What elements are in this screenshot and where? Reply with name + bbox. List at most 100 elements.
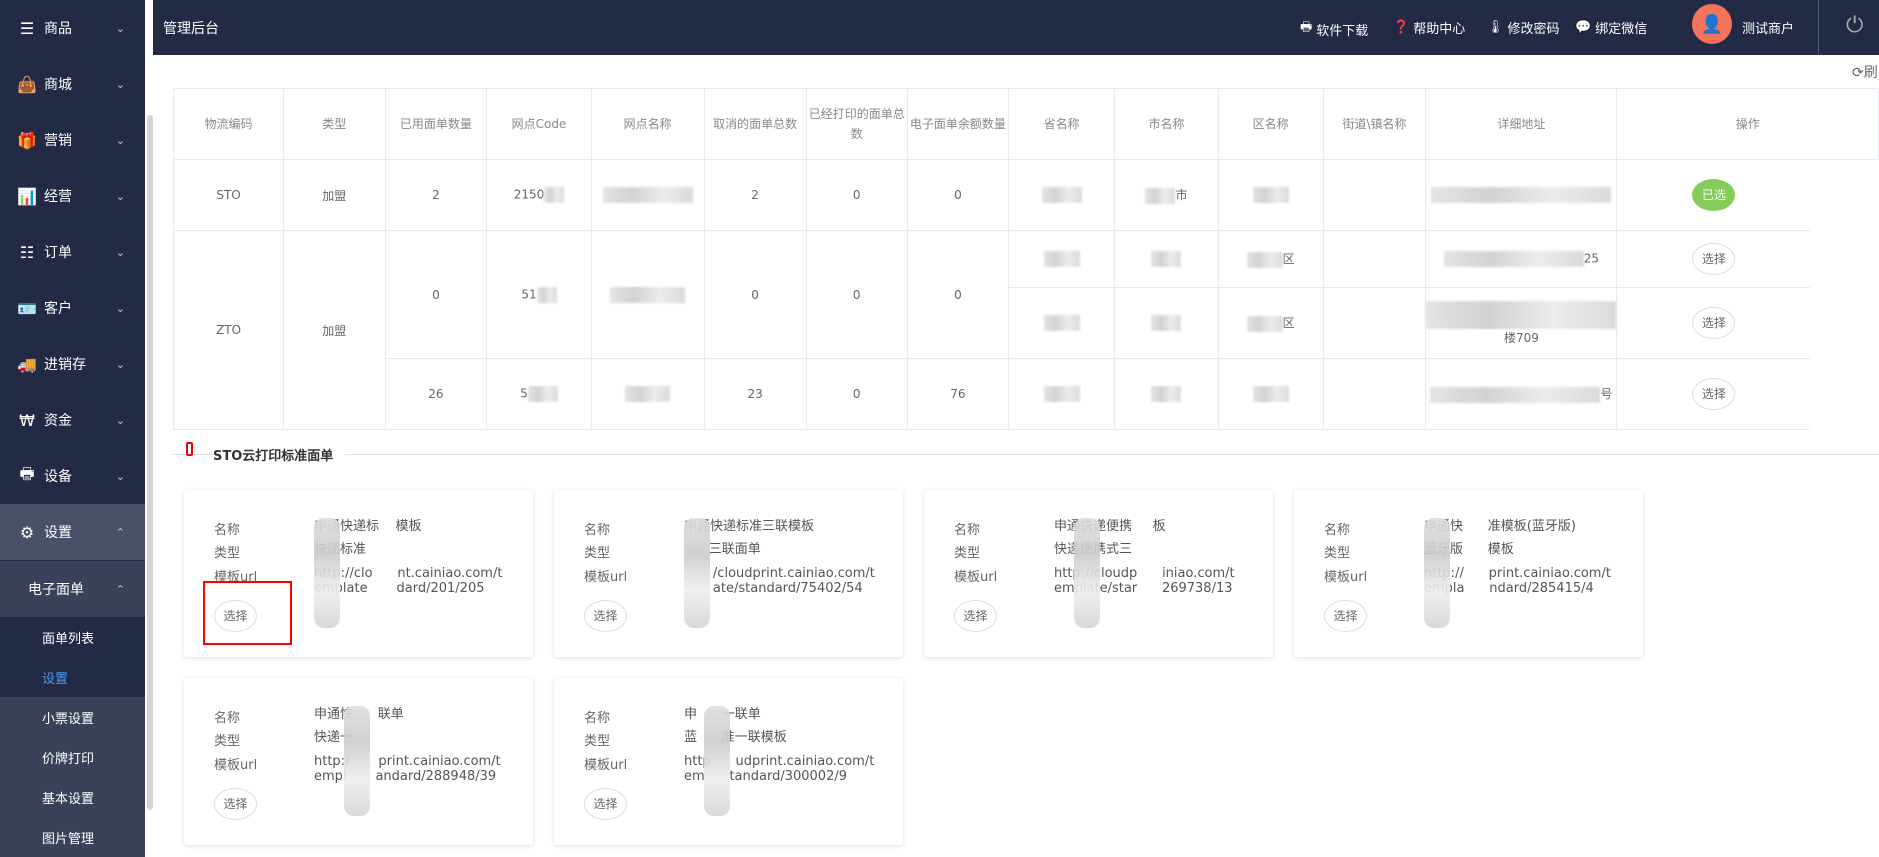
- section-title: STO云打印标准面单: [213, 445, 346, 464]
- sidebar-subitem[interactable]: 面单列表: [0, 617, 145, 657]
- contact-card-icon: 🪪: [17, 298, 37, 318]
- city: 市: [1175, 188, 1188, 203]
- column-header: 省名称: [1007, 88, 1116, 160]
- column-header: 详细地址: [1425, 88, 1618, 160]
- column-header: 已用面单数量: [384, 88, 488, 160]
- address: 25: [1583, 251, 1600, 266]
- sidebar-item[interactable]: 🚚 进销存 ⌄: [0, 336, 145, 392]
- url-label: 模板url: [584, 758, 628, 773]
- sidebar-item[interactable]: 🎁 营销 ⌄: [0, 112, 145, 168]
- template-name: 申通快递标 模板: [314, 519, 422, 534]
- chevron-down-icon: ⌄: [115, 301, 125, 315]
- sidebar-item[interactable]: 🪪 客户 ⌄: [0, 280, 145, 336]
- cell: 26: [384, 358, 488, 430]
- user-name[interactable]: 测试商户: [1742, 18, 1794, 37]
- cell: 0: [384, 230, 488, 359]
- change-password-link[interactable]: 🌡 修改密码: [1487, 18, 1560, 37]
- help-center-link[interactable]: ❓ 帮助中心: [1393, 18, 1465, 37]
- cell: 0: [703, 230, 807, 359]
- url-line: ate/standard/75402/54: [684, 581, 863, 596]
- app-download-icon: 🖶: [1300, 20, 1313, 35]
- sidebar-item[interactable]: ⚙ 设置 ⌃: [0, 504, 145, 560]
- column-header: 区名称: [1217, 88, 1324, 160]
- link-label: 修改密码: [1507, 22, 1560, 37]
- select-button[interactable]: 选择: [214, 788, 257, 820]
- url-line: http:/ print.cainiao.com/t: [314, 754, 501, 769]
- power-icon[interactable]: ⏻: [1846, 13, 1863, 38]
- sidebar-scrollbar[interactable]: [147, 115, 153, 810]
- cell: 楼709: [1425, 287, 1618, 359]
- refresh-button[interactable]: ⟳刷: [1852, 62, 1878, 82]
- refresh-label: 刷: [1863, 65, 1878, 81]
- select-button[interactable]: 选择: [1324, 600, 1367, 632]
- software-download-link[interactable]: 🖶 软件下载: [1300, 18, 1368, 40]
- select-button[interactable]: 选择: [954, 600, 997, 632]
- section-marker-icon: [186, 442, 193, 456]
- cell: [590, 358, 705, 430]
- chevron-down-icon: ⌄: [115, 189, 125, 203]
- sidebar-item[interactable]: ₩ 资金 ⌄: [0, 392, 145, 448]
- type-label: 类型: [214, 734, 241, 749]
- cell: 0: [805, 230, 908, 359]
- column-header: 取消的面单总数: [703, 88, 807, 160]
- column-header: 网点名称: [590, 88, 705, 160]
- template-card: 名称 申通快 准模板(蓝牙版) 类型 蓝牙版 模板 模板url http:// …: [1294, 490, 1643, 657]
- sidebar-item[interactable]: ☷ 订单 ⌄: [0, 224, 145, 280]
- sidebar-subitem[interactable]: 价牌打印: [0, 737, 145, 777]
- template-card: 名称 申 一联单 类型 蓝 准一联模板 模板url http udprint.c…: [554, 678, 903, 845]
- sidebar-item-label: 设备: [44, 469, 72, 485]
- chat-bubble-icon: 💬: [1575, 20, 1592, 35]
- sidebar-subitem[interactable]: 设置: [0, 657, 145, 697]
- cell: [1007, 230, 1116, 288]
- sidebar-item[interactable]: ☰ 商品 ⌄: [0, 0, 145, 56]
- name-label: 名称: [584, 711, 611, 726]
- sidebar-subitem[interactable]: 基本设置: [0, 777, 145, 817]
- chevron-down-icon: ⌄: [115, 133, 125, 147]
- sidebar-subitem-label: 图片管理: [42, 831, 95, 847]
- template-card: 名称 申通快 联单 类型 快递一 模板url http:/ print.cain…: [184, 678, 533, 845]
- blur-mask: [344, 706, 370, 816]
- template-type: 快递标准: [314, 542, 367, 557]
- cell: [1322, 159, 1427, 231]
- sidebar-subitem-label: 小票设置: [42, 711, 95, 727]
- cell: [1217, 159, 1324, 231]
- blur-mask: [704, 706, 730, 816]
- cell: 号: [1425, 358, 1618, 430]
- cell: 0: [906, 230, 1009, 359]
- select-button[interactable]: 选择: [1692, 307, 1736, 339]
- sidebar-subitem[interactable]: 小票设置: [0, 697, 145, 737]
- column-header: 电子面单余额数量: [906, 88, 1009, 160]
- cell: ZTO: [172, 230, 285, 430]
- select-button[interactable]: 选择: [1692, 243, 1736, 275]
- sidebar-item[interactable]: 📊 经营 ⌄: [0, 168, 145, 224]
- cell: [1007, 287, 1116, 359]
- sidebar-item[interactable]: 🖶 设备 ⌄: [0, 448, 145, 504]
- column-header: 物流编码: [172, 88, 285, 160]
- cell: 加盟: [283, 230, 386, 430]
- selected-button[interactable]: 已选: [1692, 179, 1736, 211]
- type-label: 类型: [954, 546, 981, 561]
- sidebar-item[interactable]: 👜 商城 ⌄: [0, 56, 145, 112]
- url-line: http://clo nt.cainiao.com/t: [314, 566, 503, 581]
- select-button[interactable]: 选择: [584, 788, 627, 820]
- address: 号: [1600, 387, 1613, 402]
- top-header: 管理后台 🖶 软件下载 ❓ 帮助中心 🌡 修改密码 💬 绑定微信 👤 测试商户 ⏻: [153, 0, 1879, 55]
- cell: 加盟: [283, 159, 386, 231]
- select-button[interactable]: 选择: [1692, 378, 1736, 410]
- column-header: 街道\镇名称: [1322, 88, 1427, 160]
- column-header: 操作: [1616, 88, 1879, 160]
- chevron-down-icon: ⌄: [115, 77, 125, 91]
- cell: 2: [384, 159, 488, 231]
- bind-wechat-link[interactable]: 💬 绑定微信: [1575, 18, 1647, 37]
- avatar[interactable]: 👤: [1692, 4, 1732, 44]
- template-type: 三联面单: [684, 542, 761, 557]
- cell: 0: [906, 159, 1009, 231]
- sidebar-subitem[interactable]: 图片管理: [0, 817, 145, 857]
- blur-mask: [1424, 518, 1450, 628]
- district: 区: [1282, 252, 1295, 267]
- select-button[interactable]: 选择: [584, 600, 627, 632]
- sidebar-group-eorder[interactable]: 电子面单 ⌃: [0, 561, 145, 617]
- cell: 5: [486, 358, 592, 430]
- app-title: 管理后台: [163, 21, 219, 37]
- url-label: 模板url: [584, 570, 628, 585]
